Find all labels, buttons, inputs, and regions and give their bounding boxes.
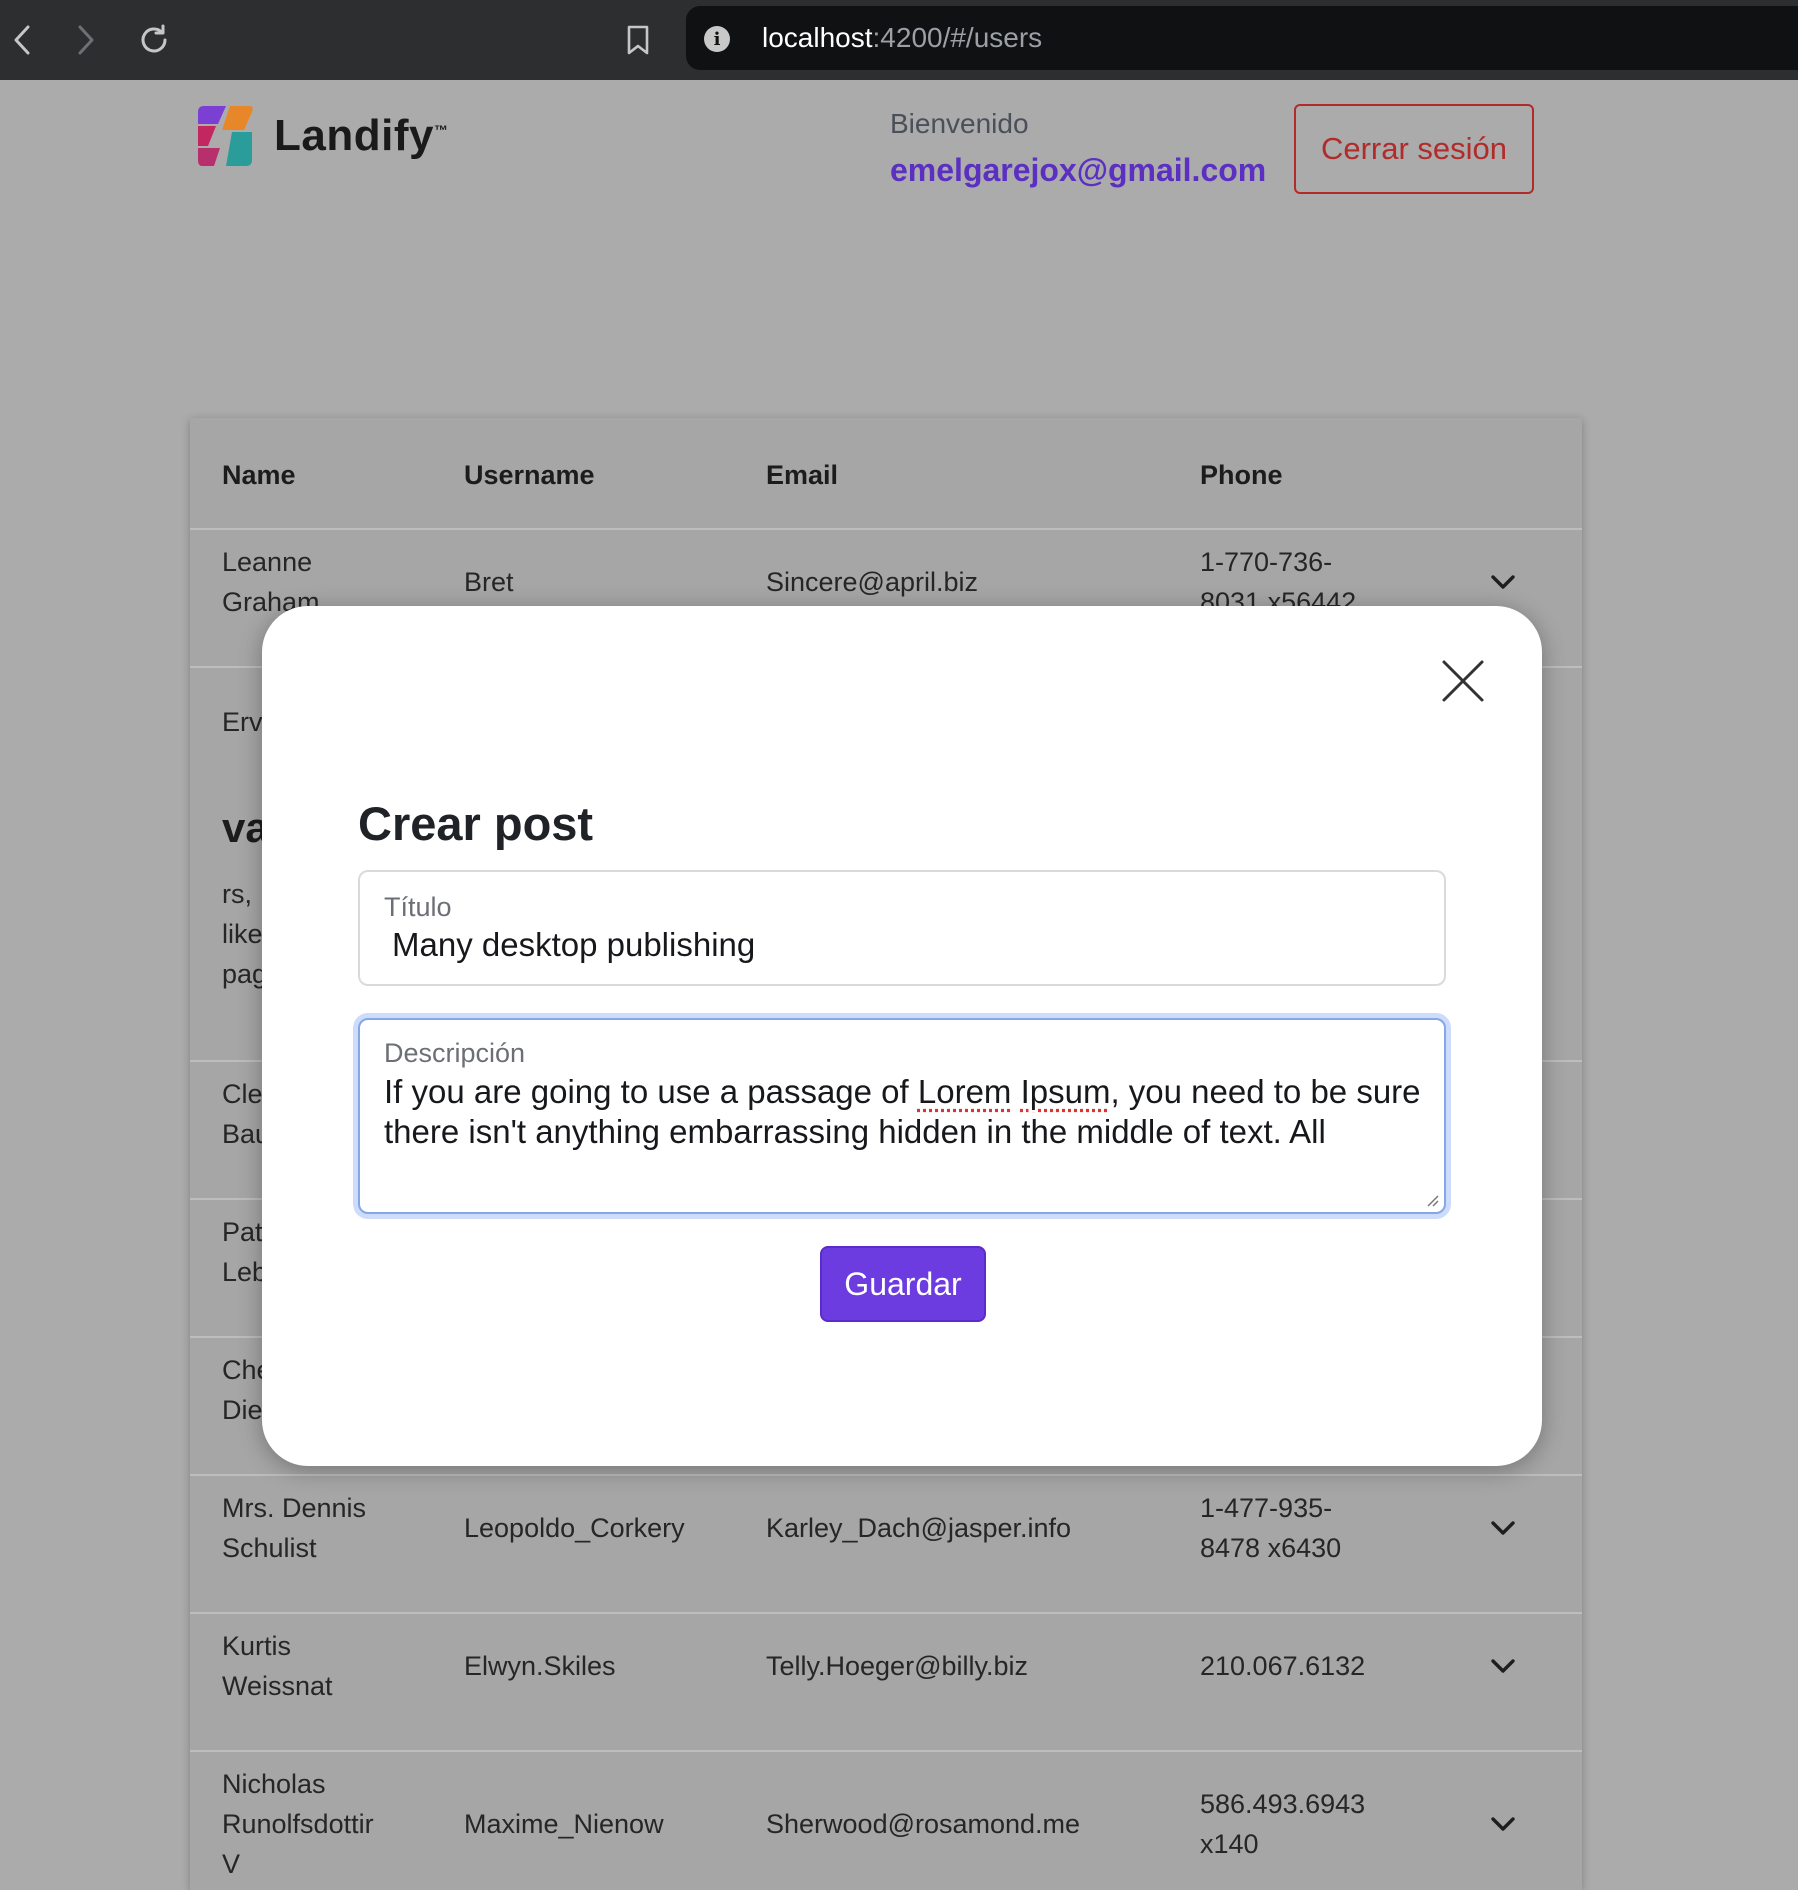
cell-phone: 210.067.6132	[1200, 1651, 1366, 1681]
cell-email: Karley_Dach@jasper.info	[766, 1513, 1072, 1543]
create-post-modal: Crear post Título Many desktop publishin…	[262, 606, 1542, 1466]
cell-email: Sherwood@rosamond.me	[766, 1809, 1081, 1839]
chevron-down-icon[interactable]	[1486, 565, 1520, 599]
save-button[interactable]: Guardar	[820, 1246, 986, 1322]
url-text: localhost:4200/#/users	[762, 22, 1043, 53]
logo-trademark: ™	[433, 122, 448, 138]
chevron-down-icon[interactable]	[1486, 1807, 1520, 1841]
title-field-label: Título	[384, 892, 452, 922]
column-header-name[interactable]: Name	[222, 460, 296, 491]
logo-text: Landify	[274, 111, 434, 160]
browser-toolbar: i localhost:4200/#/users	[0, 0, 1798, 80]
cell-username: Bret	[464, 567, 514, 597]
column-header-username[interactable]: Username	[464, 460, 595, 491]
logout-button[interactable]: Cerrar sesión	[1294, 104, 1534, 194]
cell-phone: 586.493.6943 x140	[1200, 1789, 1366, 1859]
back-icon[interactable]	[0, 18, 44, 62]
cell-username: Maxime_Nienow	[464, 1809, 664, 1839]
cell-name: Pat Leb	[222, 1217, 268, 1287]
description-field-value[interactable]: If you are going to use a passage of Lor…	[384, 1072, 1424, 1152]
cell-email: Sincere@april.biz	[766, 567, 978, 597]
cell-name: Kurtis Weissnat	[222, 1631, 333, 1701]
table-row[interactable]: Kurtis Weissnat Elwyn.Skiles Telly.Hoeger…	[190, 1612, 1582, 1750]
title-field-value[interactable]: Many desktop publishing	[392, 926, 755, 964]
description-field[interactable]: Descripción If you are going to use a pa…	[358, 1018, 1446, 1214]
welcome-label: Bienvenido	[890, 108, 1029, 139]
modal-title: Crear post	[358, 797, 594, 850]
cell-phone: 1-477-935- 8478 x6430	[1200, 1493, 1342, 1563]
cell-username: Elwyn.Skiles	[464, 1651, 616, 1681]
logo[interactable]: Landify ™	[192, 102, 448, 170]
title-field[interactable]: Título Many desktop publishing	[358, 870, 1446, 986]
address-bar[interactable]: i localhost:4200/#/users	[686, 6, 1798, 70]
table-row[interactable]: Nicholas Runolfsdottir V Maxime_Nienow She…	[190, 1750, 1582, 1890]
landify-logo-icon	[192, 102, 256, 170]
column-header-email[interactable]: Email	[766, 460, 838, 491]
reload-icon[interactable]	[132, 18, 176, 62]
resize-handle-icon[interactable]	[1424, 1192, 1440, 1208]
close-icon[interactable]	[1438, 656, 1488, 706]
cell-name: Erv	[222, 707, 263, 737]
cell-name: Mrs. Dennis Schulist	[222, 1493, 367, 1563]
cell-username: Leopoldo_Corkery	[464, 1513, 685, 1543]
forward-icon[interactable]	[64, 18, 108, 62]
chevron-down-icon[interactable]	[1486, 1511, 1520, 1545]
cell-email: Telly.Hoeger@billy.biz	[766, 1651, 1028, 1681]
description-field-label: Descripción	[384, 1038, 526, 1068]
cell-name: Nicholas Runolfsdottir V	[222, 1769, 374, 1879]
bookmark-icon[interactable]	[616, 18, 660, 62]
table-row[interactable]: Mrs. Dennis Schulist Leopoldo_Corkery Kar…	[190, 1474, 1582, 1612]
site-info-icon[interactable]: i	[704, 26, 730, 52]
column-header-phone[interactable]: Phone	[1200, 460, 1283, 491]
chevron-down-icon[interactable]	[1486, 1649, 1520, 1683]
user-email: emelgarejox@gmail.com	[890, 152, 1267, 188]
expanded-text: rs, like pag	[222, 879, 268, 989]
